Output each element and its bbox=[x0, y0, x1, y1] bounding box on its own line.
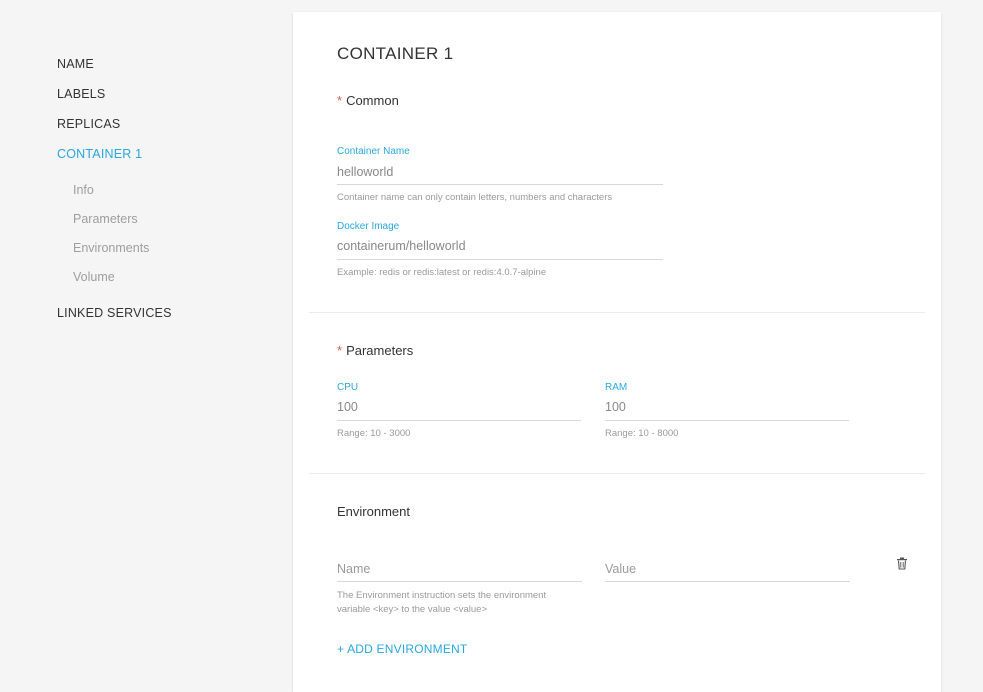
required-mark: * bbox=[337, 343, 343, 358]
common-section-title: * Common bbox=[337, 93, 399, 108]
trash-icon-glyph bbox=[897, 557, 907, 570]
container-form-card: CONTAINER 1 * Common Container Name hello… bbox=[293, 12, 941, 692]
sidebar-item-name[interactable]: NAME bbox=[57, 57, 94, 71]
environment-section-title: Environment bbox=[337, 504, 410, 519]
sidebar-subitem-environments[interactable]: Environments bbox=[73, 241, 149, 255]
trash-icon[interactable] bbox=[896, 557, 908, 570]
docker-image-underline bbox=[337, 259, 663, 260]
section-divider bbox=[309, 473, 925, 474]
common-section-label: Common bbox=[346, 93, 399, 108]
docker-image-hint: Example: redis or redis:latest or redis:… bbox=[337, 267, 547, 278]
docker-image-input[interactable]: containerum/helloworld bbox=[337, 239, 466, 253]
container-name-label: Container Name bbox=[337, 146, 410, 157]
ram-hint: Range: 10 - 8000 bbox=[605, 428, 679, 439]
env-value-underline bbox=[605, 581, 850, 582]
container-name-input[interactable]: helloworld bbox=[337, 165, 393, 179]
env-name-input[interactable]: Name bbox=[337, 562, 370, 576]
sidebar-subitem-parameters[interactable]: Parameters bbox=[73, 212, 138, 226]
cpu-input[interactable]: 100 bbox=[337, 400, 358, 414]
parameters-section-label: Parameters bbox=[346, 343, 414, 358]
sidebar-item-container-1[interactable]: CONTAINER 1 bbox=[57, 147, 142, 161]
container-name-underline bbox=[337, 184, 663, 185]
ram-underline bbox=[605, 420, 849, 421]
environment-hint-line-2: variable <key> to the value <value> bbox=[337, 604, 487, 615]
add-environment-button[interactable]: + ADD ENVIRONMENT bbox=[337, 642, 467, 656]
environment-hint-line-1: The Environment instruction sets the env… bbox=[337, 590, 547, 601]
sidebar-item-labels[interactable]: LABELS bbox=[57, 87, 105, 101]
required-mark: * bbox=[337, 93, 343, 108]
section-divider bbox=[309, 312, 925, 313]
ram-label: RAM bbox=[605, 382, 628, 393]
env-value-input[interactable]: Value bbox=[605, 562, 636, 576]
ram-input[interactable]: 100 bbox=[605, 400, 626, 414]
docker-image-label: Docker Image bbox=[337, 221, 400, 232]
cpu-hint: Range: 10 - 3000 bbox=[337, 428, 411, 439]
cpu-underline bbox=[337, 420, 581, 421]
env-name-underline bbox=[337, 581, 582, 582]
parameters-section-title: * Parameters bbox=[337, 343, 413, 358]
page-title: CONTAINER 1 bbox=[337, 44, 454, 63]
sidebar-subitem-volume[interactable]: Volume bbox=[73, 270, 115, 284]
cpu-label: CPU bbox=[337, 382, 359, 393]
sidebar-item-replicas[interactable]: REPLICAS bbox=[57, 117, 120, 131]
container-name-hint: Container name can only contain letters,… bbox=[337, 192, 613, 203]
sidebar-subitem-info[interactable]: Info bbox=[73, 183, 94, 197]
sidebar-item-linked-services[interactable]: LINKED SERVICES bbox=[57, 306, 172, 320]
